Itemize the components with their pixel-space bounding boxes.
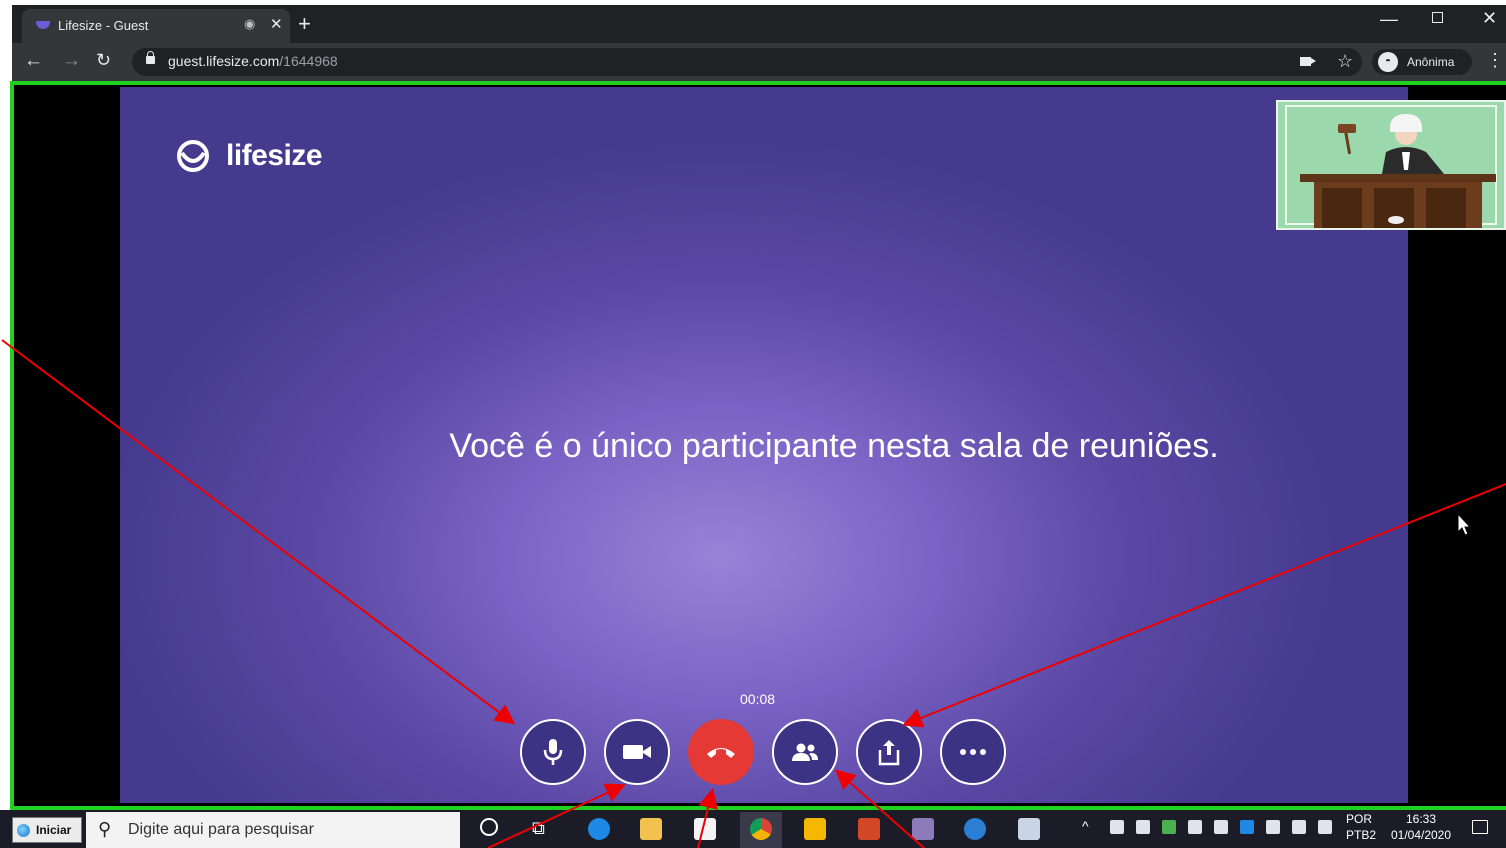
powerpoint-icon[interactable] bbox=[858, 818, 880, 840]
toggle-camera-button[interactable] bbox=[604, 719, 670, 785]
lifesize-logo-text: lifesize bbox=[226, 139, 323, 172]
tray-bluetooth-icon[interactable] bbox=[1240, 820, 1254, 834]
tray-expand-icon[interactable]: ^ bbox=[1082, 818, 1089, 834]
minimize-window-button[interactable]: — bbox=[1380, 9, 1398, 30]
tray-battery-icon[interactable] bbox=[1266, 820, 1280, 834]
more-options-button[interactable] bbox=[940, 719, 1006, 785]
restore-window-button[interactable] bbox=[1432, 12, 1443, 23]
edge-browser-icon[interactable] bbox=[588, 818, 610, 840]
system-clock[interactable]: 16:33 01/04/2020 bbox=[1386, 811, 1456, 843]
remote-desktop-icon[interactable] bbox=[1018, 818, 1040, 840]
microphone-icon bbox=[543, 739, 563, 765]
back-icon[interactable]: ← bbox=[24, 50, 43, 72]
meeting-stage: lifesize Você é o único participante nes… bbox=[120, 87, 1408, 803]
share-screen-button[interactable] bbox=[856, 719, 922, 785]
browser-tab[interactable]: Lifesize - Guest ◉ ✕ bbox=[22, 9, 290, 43]
judge-avatar-icon bbox=[1285, 105, 1497, 228]
start-button[interactable]: Iniciar bbox=[12, 817, 82, 843]
incognito-label: Anônima bbox=[1407, 55, 1455, 69]
close-tab-icon[interactable]: ✕ bbox=[270, 15, 283, 33]
search-icon: ⚲ bbox=[98, 819, 112, 839]
search-placeholder: Digite aqui para pesquisar bbox=[128, 821, 314, 838]
call-timer: 00:08 bbox=[740, 691, 776, 707]
task-view-icon[interactable]: ⧉ bbox=[532, 818, 545, 839]
tray-onedrive-icon[interactable] bbox=[1136, 820, 1150, 834]
participants-button[interactable] bbox=[772, 719, 838, 785]
close-window-button[interactable]: ✕ bbox=[1482, 8, 1497, 29]
camera-indicator-icon[interactable] bbox=[1300, 57, 1316, 66]
tray-app-icon[interactable] bbox=[1162, 820, 1176, 834]
incognito-badge[interactable]: ◓ Anônima bbox=[1372, 49, 1472, 75]
taskbar-search-box[interactable]: ⚲ Digite aqui para pesquisar bbox=[86, 812, 460, 848]
self-view-video[interactable] bbox=[1276, 100, 1506, 230]
hang-up-icon bbox=[707, 748, 735, 758]
kebab-menu-icon[interactable]: ⋮ bbox=[1486, 50, 1504, 71]
browser-tab-strip: Lifesize - Guest ◉ ✕ + — ✕ bbox=[12, 5, 1506, 43]
tray-microphone-icon[interactable] bbox=[1110, 820, 1124, 834]
forward-icon[interactable]: → bbox=[62, 50, 81, 72]
recording-indicator-icon: ◉ bbox=[244, 16, 256, 31]
tray-volume-icon[interactable] bbox=[1318, 820, 1332, 834]
tray-wifi-icon[interactable] bbox=[1292, 820, 1306, 834]
end-call-button[interactable] bbox=[688, 719, 754, 785]
tray-network-icon[interactable] bbox=[1214, 820, 1228, 834]
new-tab-button[interactable]: + bbox=[298, 11, 311, 37]
network-app-icon[interactable] bbox=[912, 818, 934, 840]
incognito-icon: ◓ bbox=[1378, 52, 1398, 72]
tab-title: Lifesize - Guest bbox=[58, 18, 149, 33]
input-language-indicator[interactable]: POR PTB2 bbox=[1346, 811, 1376, 843]
mute-microphone-button[interactable] bbox=[520, 719, 586, 785]
windows-taskbar: Iniciar ⚲ Digite aqui para pesquisar ⧉ ^… bbox=[0, 810, 1506, 848]
lifesize-logo-icon bbox=[177, 140, 209, 172]
browser-toolbar: ← → ↻ guest.lifesize.com/1644968 ☆ ◓ Anô… bbox=[12, 43, 1506, 81]
address-bar[interactable]: guest.lifesize.com/1644968 ☆ bbox=[132, 48, 1362, 76]
cortana-icon[interactable] bbox=[480, 818, 498, 836]
share-icon bbox=[878, 740, 900, 766]
reload-icon[interactable]: ↻ bbox=[96, 50, 111, 71]
participants-icon bbox=[792, 743, 818, 761]
internet-explorer-icon[interactable] bbox=[964, 818, 986, 840]
chrome-icon[interactable] bbox=[750, 818, 772, 840]
windows-orb-icon bbox=[17, 824, 30, 837]
lock-icon bbox=[146, 51, 155, 64]
tray-display-icon[interactable] bbox=[1188, 820, 1202, 834]
store-icon[interactable] bbox=[694, 818, 716, 840]
more-dots-icon bbox=[960, 749, 986, 755]
security-lock-icon[interactable] bbox=[804, 818, 826, 840]
file-explorer-icon[interactable] bbox=[640, 818, 662, 840]
star-icon[interactable]: ☆ bbox=[1337, 51, 1353, 72]
only-participant-message: Você é o único participante nesta sala d… bbox=[449, 427, 1219, 465]
notification-center-icon[interactable] bbox=[1472, 820, 1488, 834]
video-camera-icon bbox=[623, 745, 651, 759]
url-text[interactable]: guest.lifesize.com/1644968 bbox=[168, 53, 338, 69]
lifesize-favicon-icon bbox=[36, 21, 50, 29]
